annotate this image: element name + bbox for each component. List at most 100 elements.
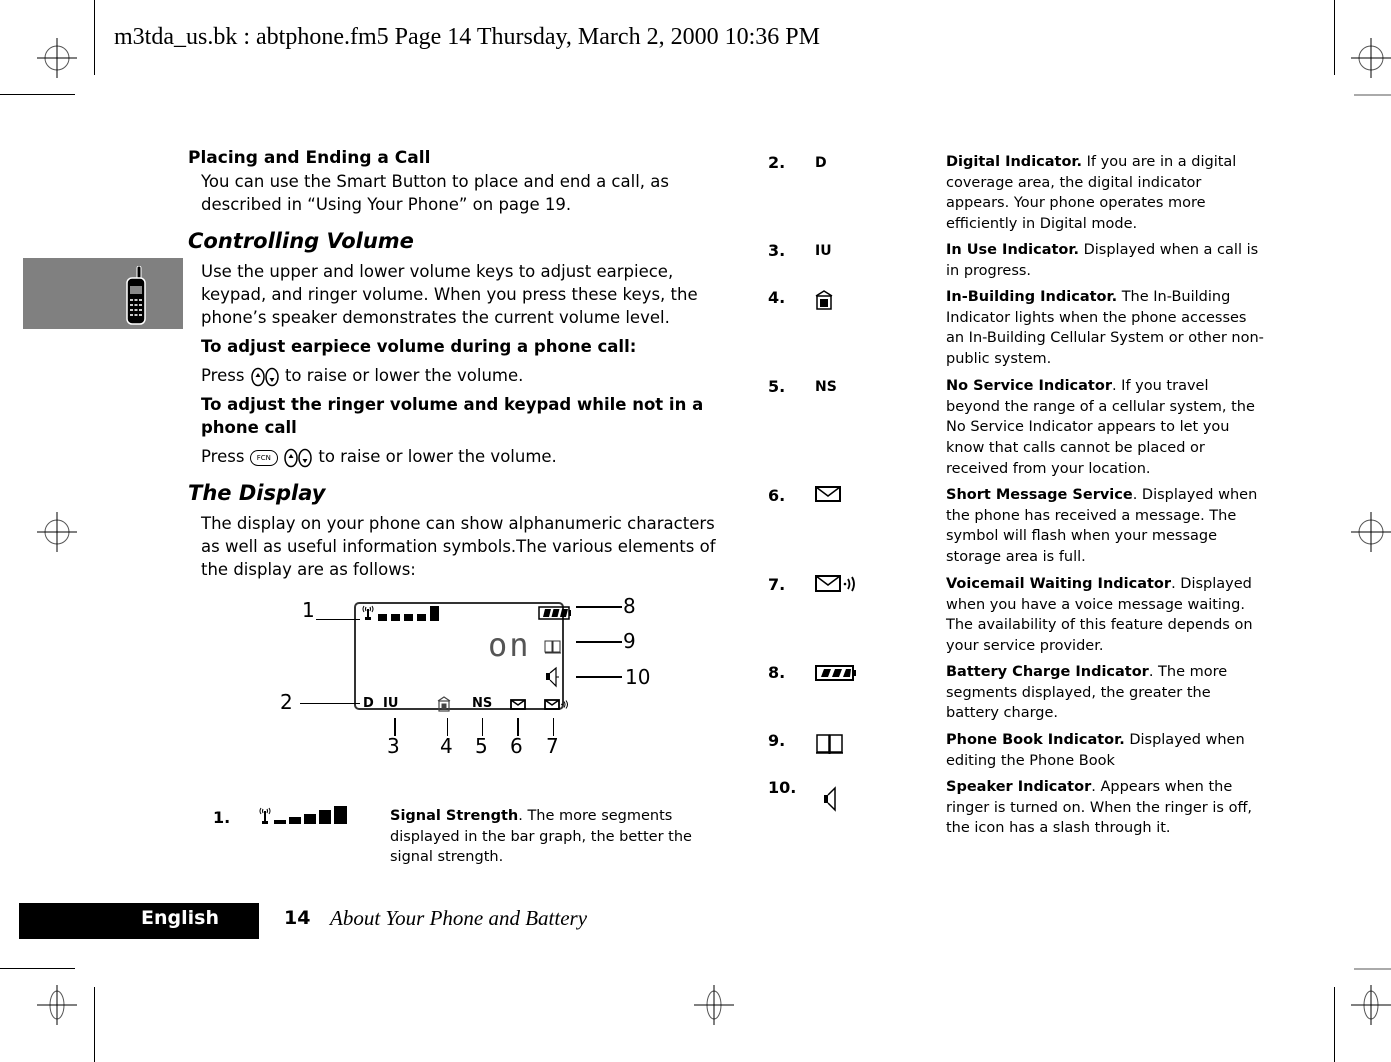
cellphone-icon bbox=[126, 266, 146, 325]
voicemail-icon bbox=[815, 575, 863, 597]
item-number: 1. bbox=[213, 808, 231, 827]
lcd-main-text: on bbox=[488, 626, 531, 664]
battery-segments bbox=[543, 609, 568, 617]
item-title: Phone Book Indicator. bbox=[946, 732, 1125, 748]
callout-line bbox=[300, 703, 360, 704]
no-service-indicator: NS bbox=[472, 696, 493, 711]
item-description: In-Building Indicator. The In-Building I… bbox=[946, 287, 1266, 370]
voicemail-icon bbox=[544, 699, 568, 710]
item-description: Speaker Indicator. Appears when the ring… bbox=[946, 777, 1266, 839]
item-title: Speaker Indicator bbox=[946, 779, 1092, 795]
signal-bar bbox=[430, 606, 439, 621]
fcn-key-icon: FCN bbox=[249, 449, 278, 466]
instruction: Press FCN to raise or lower the volume. bbox=[201, 445, 728, 468]
instruction-text: to raise or lower the volume. bbox=[318, 447, 557, 466]
item-description: No Service Indicator. If you travel beyo… bbox=[946, 376, 1266, 480]
crop-mark bbox=[1334, 987, 1335, 1062]
instruction-text: to raise or lower the volume. bbox=[284, 366, 524, 385]
instruction: Press to raise or lower the volume. bbox=[201, 364, 728, 387]
left-column: Placing and Ending a Call You can use th… bbox=[188, 146, 728, 587]
in-use-indicator: IU bbox=[383, 696, 399, 711]
phone-book-icon bbox=[544, 640, 561, 654]
registration-crosshair-icon bbox=[1351, 985, 1391, 1025]
callout-line bbox=[576, 641, 622, 643]
item-title: Battery Charge Indicator bbox=[946, 664, 1149, 680]
language-tab: English bbox=[19, 903, 259, 939]
battery-segment bbox=[551, 609, 560, 617]
item-symbol: IU bbox=[815, 243, 832, 259]
paragraph: You can use the Smart Button to place an… bbox=[201, 172, 669, 214]
section-heading: Placing and Ending a Call bbox=[188, 148, 431, 168]
registration-crosshair-icon bbox=[37, 512, 77, 552]
registration-crosshair-icon bbox=[694, 985, 734, 1025]
item-number: 6. bbox=[768, 486, 786, 505]
press-label: Press bbox=[201, 447, 245, 466]
press-label: Press bbox=[201, 366, 245, 385]
digital-indicator: D bbox=[363, 696, 374, 711]
item-title: Short Message Service bbox=[946, 487, 1133, 503]
item-description: Digital Indicator. If you are in a digit… bbox=[946, 152, 1266, 235]
chapter-tab bbox=[23, 258, 183, 329]
crop-mark bbox=[0, 94, 75, 95]
crop-mark bbox=[1334, 0, 1335, 75]
registration-crosshair-icon bbox=[37, 38, 77, 78]
crop-mark bbox=[1354, 968, 1391, 970]
item-title: No Service Indicator bbox=[946, 378, 1112, 394]
instruction-heading: To adjust earpiece volume during a phone… bbox=[201, 337, 637, 356]
battery-icon bbox=[538, 606, 571, 620]
callout-line bbox=[576, 606, 622, 608]
callout-7: 7 bbox=[546, 734, 559, 758]
envelope-icon bbox=[510, 699, 526, 710]
item-symbol: D bbox=[815, 155, 827, 171]
section-title: The Display bbox=[188, 481, 326, 505]
volume-keys-icon bbox=[284, 448, 312, 467]
page-number: 14 bbox=[284, 907, 311, 929]
registration-crosshair-icon bbox=[1351, 38, 1391, 78]
item-number: 3. bbox=[768, 241, 786, 260]
callout-10: 10 bbox=[625, 665, 651, 689]
signal-bar bbox=[417, 614, 426, 621]
battery-segment bbox=[560, 609, 568, 617]
print-header: m3tda_us.bk : abtphone.fm5 Page 14 Thurs… bbox=[114, 24, 820, 50]
item-description: Phone Book Indicator. Displayed when edi… bbox=[946, 730, 1266, 771]
item-symbol: NS bbox=[815, 379, 837, 395]
in-building-icon bbox=[815, 290, 833, 314]
item-title: Signal Strength bbox=[390, 808, 519, 824]
envelope-icon bbox=[815, 486, 841, 506]
speaker-icon bbox=[822, 786, 840, 816]
crop-mark bbox=[94, 987, 95, 1062]
crop-mark bbox=[94, 0, 95, 75]
instruction-heading: To adjust the ringer volume and keypad w… bbox=[201, 395, 704, 437]
language-label: English bbox=[141, 907, 219, 929]
callout-4: 4 bbox=[440, 734, 453, 758]
battery-segment bbox=[543, 609, 551, 617]
callout-line bbox=[316, 619, 360, 620]
item-description: Short Message Service. Displayed when th… bbox=[946, 485, 1266, 568]
registration-crosshair-icon bbox=[1351, 512, 1391, 552]
signal-bar bbox=[404, 614, 413, 621]
crop-mark bbox=[0, 968, 75, 969]
item-description: In Use Indicator. Displayed when a call … bbox=[946, 240, 1266, 281]
item-title: In-Building Indicator. bbox=[946, 289, 1118, 305]
item-description: Signal Strength. The more segments displ… bbox=[390, 806, 710, 868]
in-building-icon bbox=[437, 696, 451, 712]
signal-strength-icon bbox=[362, 605, 439, 621]
callout-3: 3 bbox=[387, 734, 400, 758]
callout-line bbox=[576, 676, 622, 678]
callout-1: 1 bbox=[302, 598, 315, 622]
item-title: In Use Indicator. bbox=[946, 242, 1079, 258]
item-number: 4. bbox=[768, 288, 786, 307]
item-description: Voicemail Waiting Indicator. Displayed w… bbox=[946, 574, 1266, 657]
callout-2: 2 bbox=[280, 690, 293, 714]
signal-strength-icon bbox=[258, 806, 354, 832]
battery-icon bbox=[815, 664, 857, 686]
item-title: Voicemail Waiting Indicator bbox=[946, 576, 1172, 592]
item-number: 8. bbox=[768, 663, 786, 682]
item-description: Battery Charge Indicator. The more segme… bbox=[946, 662, 1266, 724]
item-number: 7. bbox=[768, 575, 786, 594]
crop-mark bbox=[1354, 94, 1391, 96]
item-title: Digital Indicator. bbox=[946, 154, 1083, 170]
paragraph: Use the upper and lower volume keys to a… bbox=[201, 262, 698, 327]
signal-bar bbox=[378, 614, 387, 621]
paragraph: The display on your phone can show alpha… bbox=[201, 514, 716, 579]
